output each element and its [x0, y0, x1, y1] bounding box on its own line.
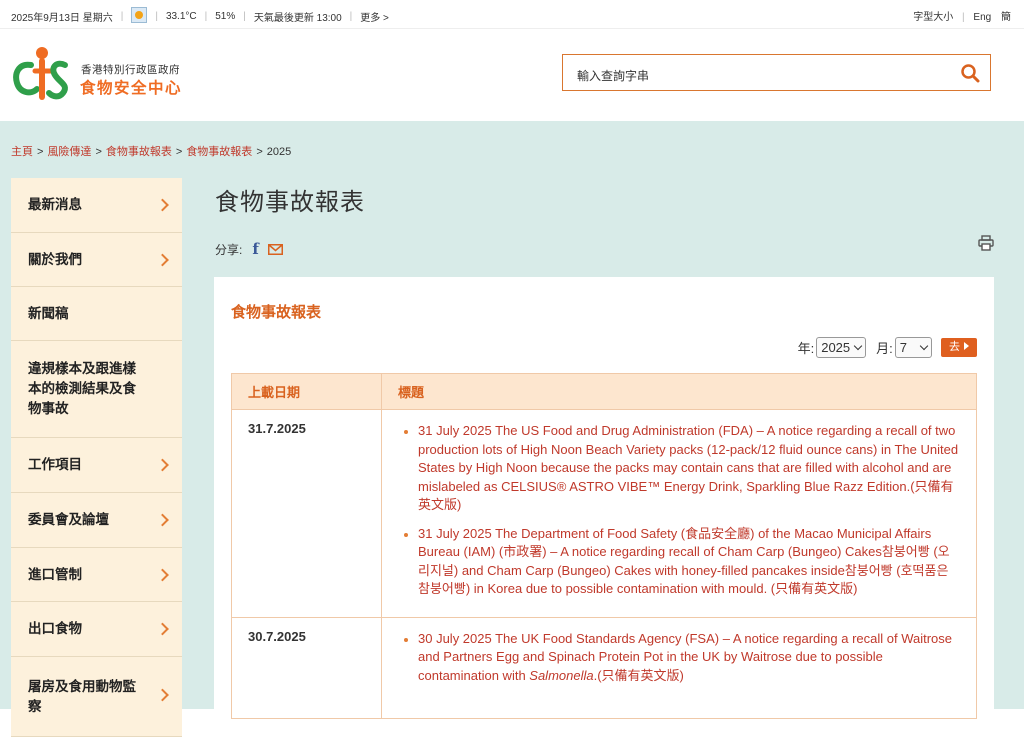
sidebar-item-label: 委員會及論壇 [28, 512, 109, 527]
humidity: 51% [215, 10, 236, 22]
chevron-right-icon [156, 458, 169, 472]
sidebar-item-label: 新聞稿 [28, 305, 69, 321]
incident-link[interactable]: 31 July 2025 The Department of Food Safe… [398, 525, 960, 599]
page-title: 食物事故報表 [215, 189, 365, 216]
logo-govt-text: 香港特別行政區政府 [81, 64, 180, 76]
sidebar-item-press-releases[interactable]: 新聞稿 [11, 287, 182, 341]
sidebar-item-committees[interactable]: 委員會及論壇 [11, 493, 182, 548]
column-header-date: 上載日期 [231, 373, 382, 410]
panel-title: 食物事故報表 [231, 304, 322, 321]
lang-simplified-link[interactable]: 簡 [1001, 12, 1011, 23]
incident-link[interactable]: 31 July 2025 The US Food and Drug Admini… [398, 422, 960, 515]
month-select-value: 7 [899, 340, 907, 355]
sidebar: 最新消息 關於我們 新聞稿 違規樣本及跟進樣本的檢測結果及食物事故 工作項目 委… [11, 178, 182, 737]
top-bar: 2025年9月13日 星期六 | | 33.1°C | 51% | 天氣最後更新… [0, 0, 1024, 29]
sidebar-item-programmes[interactable]: 工作項目 [11, 438, 182, 493]
logo-cfs-text: 食物安全中心 [80, 80, 183, 97]
print-icon[interactable] [978, 235, 994, 251]
chevron-right-icon [156, 513, 169, 527]
cfs-logo[interactable] [13, 45, 73, 101]
breadcrumb-current: 2025 [266, 146, 292, 158]
sidebar-item-label: 最新消息 [28, 197, 82, 212]
date-filter: 年: 2025 月: 7 去 [798, 337, 977, 358]
breadcrumb-home[interactable]: 主頁 [11, 146, 33, 158]
month-select[interactable]: 7 [894, 337, 932, 358]
sidebar-item-label: 屠房及食用動物監察 [28, 679, 136, 714]
facebook-icon[interactable]: f [252, 240, 258, 258]
weather-more-link[interactable]: 更多 > [360, 9, 389, 24]
content-panel: 食物事故報表 年: 2025 月: 7 去 上載日期 標題 31.7.2025 … [214, 277, 994, 719]
table-header-row: 上載日期 標題 [231, 373, 977, 410]
font-size-link[interactable]: 字型大小 [913, 12, 953, 23]
row-items: 31 July 2025 The US Food and Drug Admini… [381, 409, 977, 618]
year-label: 年: [797, 341, 815, 356]
incident-table: 上載日期 標題 31.7.2025 31 July 2025 The US Fo… [231, 373, 977, 719]
current-date: 2025年9月13日 星期六 [11, 12, 113, 24]
weather-update: 天氣最後更新 13:00 [253, 12, 342, 24]
go-button[interactable]: 去 [941, 338, 977, 357]
row-items: 30 July 2025 The UK Food Standards Agenc… [381, 616, 977, 719]
table-row: 30.7.2025 30 July 2025 The UK Food Stand… [231, 616, 977, 719]
share-label: 分享: [215, 242, 243, 257]
search-placeholder: 輸入查詢字串 [577, 69, 650, 83]
chevron-down-icon [919, 341, 929, 351]
lang-english-link[interactable]: Eng [973, 12, 991, 23]
sidebar-item-latest-news[interactable]: 最新消息 [11, 178, 182, 233]
incident-link[interactable]: 30 July 2025 The UK Food Standards Agenc… [398, 630, 960, 686]
chevron-right-icon [156, 568, 169, 581]
sidebar-item-label: 關於我們 [28, 251, 82, 267]
chevron-down-icon [853, 341, 863, 351]
sidebar-item-label: 工作項目 [28, 457, 82, 472]
chevron-right-icon [156, 688, 169, 702]
search-icon[interactable] [960, 63, 980, 83]
year-select-value: 2025 [821, 340, 851, 355]
breadcrumb: 主頁 > 風險傳達 > 食物事故報表 > 食物事故報表 >2025 [11, 146, 292, 158]
row-date: 30.7.2025 [231, 616, 382, 719]
year-select[interactable]: 2025 [816, 337, 867, 358]
sidebar-item-slaughterhouse[interactable]: 屠房及食用動物監察 [11, 657, 182, 737]
sidebar-item-label: 違規樣本及跟進樣本的檢測結果及食物事故 [28, 361, 136, 416]
chevron-right-icon [156, 253, 169, 266]
sidebar-item-label: 進口管制 [28, 566, 82, 582]
share-bar: 分享: f [215, 240, 283, 258]
breadcrumb-food-incidents-2[interactable]: 食物事故報表 [186, 146, 252, 158]
breadcrumb-risk-communication[interactable]: 風險傳達 [47, 146, 91, 158]
temperature: 33.1°C [165, 10, 197, 22]
chevron-right-icon [156, 198, 169, 212]
breadcrumb-food-incidents[interactable]: 食物事故報表 [106, 146, 172, 158]
sunny-icon[interactable] [131, 7, 148, 23]
sidebar-item-import-control[interactable]: 進口管制 [11, 548, 182, 602]
chevron-right-icon [156, 622, 169, 636]
sidebar-item-unsatisfactory-samples[interactable]: 違規樣本及跟進樣本的檢測結果及食物事故 [11, 341, 182, 438]
sidebar-item-about-us[interactable]: 關於我們 [11, 233, 182, 287]
search-input[interactable]: 輸入查詢字串 [562, 54, 991, 91]
play-arrow-icon [964, 342, 969, 350]
row-date: 31.7.2025 [231, 409, 382, 618]
month-label: 月: [876, 341, 893, 356]
table-row: 31.7.2025 31 July 2025 The US Food and D… [231, 409, 977, 618]
column-header-title: 標題 [381, 373, 977, 410]
sidebar-item-label: 出口食物 [28, 621, 82, 636]
sidebar-item-export-food[interactable]: 出口食物 [11, 602, 182, 657]
email-icon[interactable] [267, 243, 283, 255]
go-button-label: 去 [949, 341, 960, 353]
